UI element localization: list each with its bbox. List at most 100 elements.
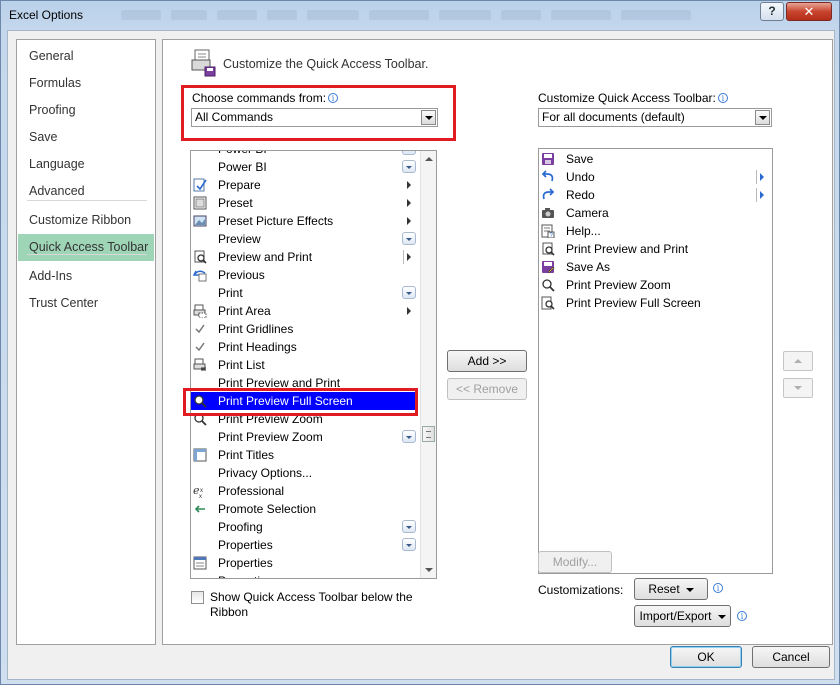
info-icon[interactable]: i — [737, 611, 747, 621]
chevron-down-icon[interactable] — [755, 110, 770, 125]
toolbar-item[interactable]: ? Help... — [539, 222, 772, 240]
import-export-button[interactable]: Import/Export — [634, 605, 731, 627]
command-item-label: Properties — [218, 572, 273, 578]
command-item[interactable]: Power BI — [191, 158, 416, 176]
scroll-thumb[interactable] — [422, 426, 435, 442]
toolbar-item[interactable]: Print Preview and Print — [539, 240, 772, 258]
previous-icon — [192, 268, 207, 282]
nav-item-general[interactable]: General — [18, 43, 154, 70]
toolbar-item-label: Camera — [566, 206, 609, 220]
split-separator — [756, 188, 757, 202]
nav-item-customize-ribbon[interactable]: Customize Ribbon — [18, 207, 154, 234]
toolbar-item-label: Print Preview Full Screen — [566, 296, 701, 310]
nav-item-add-ins[interactable]: Add-Ins — [18, 263, 154, 290]
command-item[interactable]: Print Gridlines — [191, 320, 416, 338]
move-up-button[interactable] — [783, 351, 813, 371]
toolbar-item[interactable]: Save As — [539, 258, 772, 276]
command-item[interactable]: Promote Selection — [191, 500, 416, 518]
close-button[interactable]: ✕ — [786, 2, 832, 21]
customize-qat-text: Customize Quick Access Toolbar: — [538, 91, 716, 105]
excel-options-window: Excel Options ? ✕ General Formulas Proofin… — [0, 0, 840, 685]
command-item-label: Print — [218, 286, 243, 300]
toolbar-item[interactable]: Redo — [539, 186, 772, 204]
command-item[interactable]: Prepare — [191, 176, 416, 194]
command-item[interactable]: Preview and Print — [191, 248, 416, 266]
command-item[interactable]: Privacy Options... — [191, 464, 416, 482]
commands-list[interactable]: Power BI Power BI Prepare Preset Preset Pict… — [190, 150, 437, 579]
page-title: Customize the Quick Access Toolbar. — [223, 57, 429, 71]
svg-text:x: x — [199, 494, 202, 498]
toolbar-item[interactable]: Save — [539, 150, 772, 168]
scope-select[interactable]: For all documents (default) — [538, 108, 772, 127]
show-below-ribbon-checkbox[interactable] — [191, 591, 204, 604]
nav-item-proofing[interactable]: Proofing — [18, 97, 154, 124]
add-button[interactable]: Add >> — [447, 350, 527, 372]
chevron-right-icon — [407, 181, 411, 189]
reset-button[interactable]: Reset — [634, 578, 708, 600]
nav-item-quick-access-toolbar[interactable]: Quick Access Toolbar — [18, 234, 154, 261]
ok-button-label: OK — [697, 650, 715, 664]
command-item[interactable]: Preset Picture Effects — [191, 212, 416, 230]
nav-item-formulas[interactable]: Formulas — [18, 70, 154, 97]
command-item[interactable]: Preview — [191, 230, 416, 248]
command-item-label: Previous — [218, 268, 265, 282]
command-item[interactable]: e x x Professional — [191, 482, 416, 500]
prepare-icon — [193, 178, 207, 192]
command-item[interactable]: Print Preview Zoom — [191, 428, 416, 446]
info-icon[interactable]: i — [713, 583, 723, 593]
chevron-right-icon — [407, 217, 411, 225]
help-icon: ? — [541, 224, 555, 239]
command-item[interactable]: Properties — [191, 572, 416, 578]
command-item[interactable]: Previous — [191, 266, 416, 284]
info-icon[interactable]: i — [717, 93, 728, 103]
show-below-ribbon-label-2: Ribbon — [210, 605, 249, 619]
preview-print-icon — [541, 242, 555, 256]
split-separator — [756, 170, 757, 184]
toolbar-item-label: Print Preview and Print — [566, 242, 689, 256]
toolbar-item[interactable]: Print Preview Zoom — [539, 276, 772, 294]
dropdown-gallery-icon — [402, 151, 416, 155]
toolbar-items-list[interactable]: Save Undo Redo Camera ? Help... Print Preview … — [538, 148, 773, 574]
chevron-right-icon — [760, 191, 764, 199]
nav-item-trust-center[interactable]: Trust Center — [18, 290, 154, 317]
toolbar-item[interactable]: Camera — [539, 204, 772, 222]
command-item[interactable]: Print — [191, 284, 416, 302]
chevron-right-icon — [760, 173, 764, 181]
command-item[interactable]: Print Area — [191, 302, 416, 320]
command-item[interactable]: Properties — [191, 536, 416, 554]
add-button-label: Add >> — [467, 354, 507, 368]
command-item-label: Print Titles — [218, 448, 275, 462]
dropdown-gallery-icon — [402, 232, 416, 245]
command-item[interactable]: Print List — [191, 356, 416, 374]
nav-item-save[interactable]: Save — [18, 124, 154, 151]
command-item-label: Preset — [218, 196, 253, 210]
scroll-down-icon[interactable] — [425, 568, 433, 572]
command-item[interactable]: Properties — [191, 554, 416, 572]
command-item[interactable]: Print Titles — [191, 446, 416, 464]
modify-button[interactable]: Modify... — [538, 551, 612, 573]
toolbar-item[interactable]: Undo — [539, 168, 772, 186]
command-item[interactable]: Preset — [191, 194, 416, 212]
move-down-button[interactable] — [783, 378, 813, 398]
properties-icon — [193, 556, 207, 570]
toolbar-item[interactable]: Print Preview Full Screen — [539, 294, 772, 312]
help-button[interactable]: ? — [760, 2, 784, 21]
command-item[interactable]: Print Headings — [191, 338, 416, 356]
preview-print-icon — [193, 250, 207, 264]
remove-button[interactable]: << Remove — [447, 378, 527, 400]
command-item-label: Preset Picture Effects — [218, 214, 334, 228]
command-item-label: Preview and Print — [218, 250, 313, 264]
scroll-up-icon[interactable] — [425, 157, 433, 161]
command-item[interactable]: Power BI — [191, 151, 416, 158]
command-item-label: Promote Selection — [218, 502, 317, 516]
customize-qat-label: Customize Quick Access Toolbar: i — [538, 91, 728, 105]
dialog-client-area: General Formulas Proofing Save Language Advan… — [7, 30, 835, 680]
chevron-right-icon — [407, 307, 411, 315]
nav-item-language[interactable]: Language — [18, 151, 154, 178]
ok-button[interactable]: OK — [670, 646, 742, 668]
command-item[interactable]: Proofing — [191, 518, 416, 536]
command-item-label: Privacy Options... — [218, 466, 313, 480]
commands-scrollbar[interactable] — [420, 151, 436, 578]
cancel-button[interactable]: Cancel — [752, 646, 830, 668]
toolbar-item-label: Save As — [566, 260, 611, 274]
